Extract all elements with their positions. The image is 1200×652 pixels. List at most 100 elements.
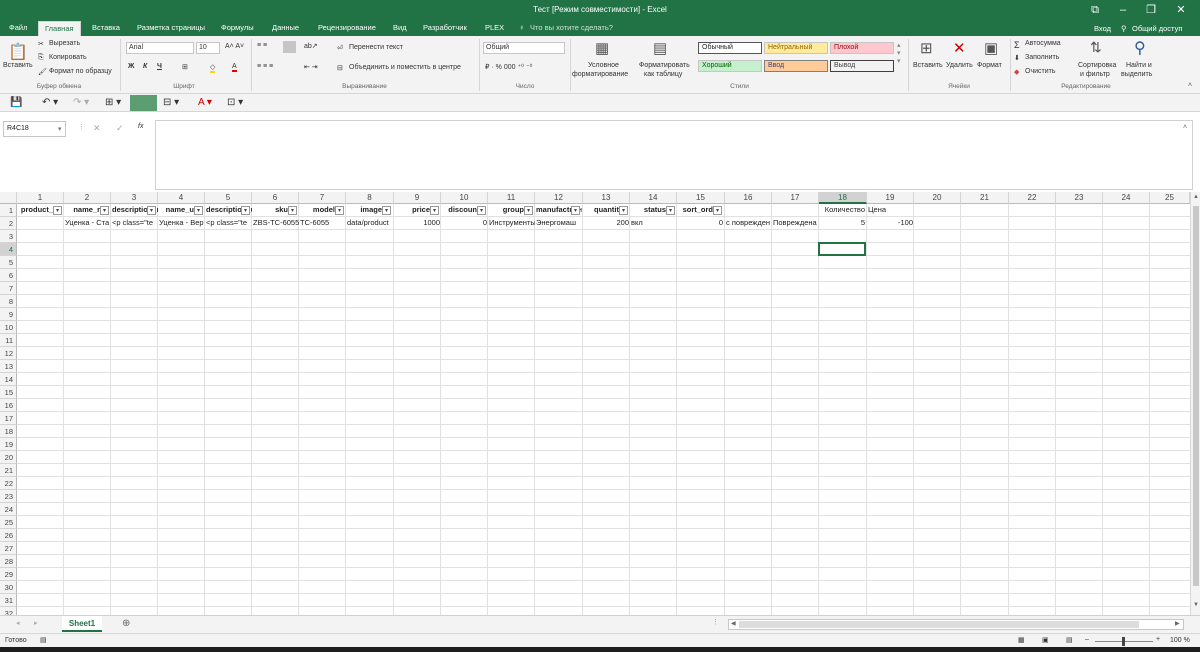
find-select-button[interactable]: Найти и <box>1126 62 1152 69</box>
column-header[interactable]: 21 <box>961 192 1009 204</box>
column-header[interactable]: 23 <box>1056 192 1103 204</box>
column-header[interactable]: 9 <box>394 192 441 204</box>
name-box[interactable]: R4C18 <box>3 121 66 137</box>
column-header[interactable]: 15 <box>677 192 725 204</box>
data-cell[interactable]: вкл <box>630 217 677 229</box>
delete-cells-button[interactable]: Удалить <box>946 62 973 69</box>
tab-formulas[interactable]: Формулы <box>221 23 254 32</box>
column-header[interactable]: 14 <box>630 192 677 204</box>
column-header[interactable]: 11 <box>488 192 535 204</box>
style-neutral[interactable]: Нейтральный <box>764 42 828 54</box>
worksheet-grid[interactable]: 1 2 3 4 5 6 7 8 9 10 11 12 13 14 15 16 17 18 19 20 21 22 23 24 2… <box>0 192 1190 615</box>
column-header[interactable]: 3 <box>111 192 158 204</box>
select-all-corner[interactable] <box>0 192 17 204</box>
underline-button[interactable]: Ч <box>157 63 162 70</box>
scroll-down-icon[interactable]: ▼ <box>1193 602 1199 608</box>
row-header[interactable]: 25 <box>0 516 17 529</box>
horizontal-scroll-thumb[interactable] <box>739 621 1139 628</box>
row-header[interactable]: 24 <box>0 503 17 516</box>
font-color-icon[interactable]: A <box>232 63 237 72</box>
format-painter-button[interactable]: Формат по образцу <box>49 68 112 75</box>
column-header[interactable]: 12 <box>535 192 583 204</box>
data-cell[interactable]: 5 <box>819 217 866 229</box>
row-header[interactable]: 8 <box>0 295 17 308</box>
collapse-ribbon-icon[interactable]: ˄ <box>1188 82 1192 89</box>
next-sheet-icon[interactable]: ▸ <box>34 619 38 627</box>
data-cell[interactable]: 1000 <box>394 217 441 229</box>
zoom-level[interactable]: 100 % <box>1170 637 1190 644</box>
add-sheet-icon[interactable]: ⊕ <box>122 618 130 629</box>
vertical-scroll-thumb[interactable] <box>1193 206 1199 586</box>
minimize-button[interactable]: – <box>1112 2 1134 18</box>
row-header[interactable]: 21 <box>0 464 17 477</box>
style-input[interactable]: Ввод <box>764 60 828 72</box>
align-top-icon[interactable]: ≡ ≡ <box>257 42 267 49</box>
row-header[interactable]: 16 <box>0 399 17 412</box>
data-cell[interactable]: ZBS-TC-6055 <box>252 217 299 229</box>
tab-page-layout[interactable]: Разметка страницы <box>137 23 205 32</box>
style-good[interactable]: Хороший <box>698 60 762 72</box>
row-header[interactable]: 28 <box>0 555 17 568</box>
column-header[interactable]: 18 <box>819 192 867 204</box>
enter-icon[interactable]: ✓ <box>116 123 124 134</box>
format-cells-button[interactable]: Формат <box>977 62 1002 69</box>
name-box-dropdown-icon[interactable]: ▾ <box>58 125 62 133</box>
autosum-button[interactable]: Автосумма <box>1025 40 1061 47</box>
filter-dropdown-icon[interactable]: ▾ <box>194 206 203 215</box>
styles-scroll-icon[interactable]: ▴ ▾ ▾ <box>897 41 901 65</box>
column-header[interactable]: 1 <box>17 192 64 204</box>
prev-sheet-icon[interactable]: ◂ <box>16 619 20 627</box>
align-left-icon[interactable]: ≡ ≡ ≡ <box>257 63 273 70</box>
formula-input[interactable] <box>155 120 1193 190</box>
data-cell[interactable]: Энергомаш <box>535 217 582 229</box>
wrap-text-button[interactable]: Перенести текст <box>349 44 403 51</box>
filter-dropdown-icon[interactable]: ▾ <box>666 206 675 215</box>
normal-view-icon[interactable]: ▦ <box>1018 636 1025 644</box>
zoom-slider-thumb[interactable] <box>1122 637 1125 646</box>
maximize-button[interactable]: ❐ <box>1140 2 1162 18</box>
row-header[interactable]: 11 <box>0 334 17 347</box>
column-header[interactable]: 13 <box>583 192 630 204</box>
column-header[interactable]: 8 <box>346 192 394 204</box>
insert-cells-button[interactable]: Вставить <box>913 62 943 69</box>
column-header[interactable]: 5 <box>205 192 252 204</box>
row-header[interactable]: 3 <box>0 230 17 243</box>
active-cell-cursor[interactable] <box>818 242 866 256</box>
data-cell[interactable]: с поврежден <box>725 217 772 229</box>
column-header[interactable]: 16 <box>725 192 772 204</box>
merge-qat-icon[interactable]: ⊟ ▾ <box>163 97 179 108</box>
row-header[interactable]: 7 <box>0 282 17 295</box>
filter-dropdown-icon[interactable]: ▾ <box>100 206 109 215</box>
row-header[interactable]: 17 <box>0 412 17 425</box>
style-normal[interactable]: Обычный <box>698 42 762 54</box>
orientation-icon[interactable]: ab↗ <box>304 42 318 50</box>
scroll-left-icon[interactable]: ◀ <box>731 620 736 627</box>
style-output[interactable]: Вывод <box>830 60 894 72</box>
filter-dropdown-icon[interactable]: ▾ <box>477 206 486 215</box>
ribbon-display-options-button[interactable]: ⧉ <box>1084 2 1106 18</box>
vertical-scrollbar[interactable]: ▲ ▼ <box>1190 192 1200 615</box>
row-header[interactable]: 15 <box>0 386 17 399</box>
filter-dropdown-icon[interactable]: ▾ <box>288 206 297 215</box>
tab-file[interactable]: Файл <box>9 23 27 32</box>
column-header[interactable]: 10 <box>441 192 488 204</box>
currency-icon[interactable]: ₽ · % 000 ⁺⁰ ⁻⁰ <box>485 63 532 71</box>
insert-function-button[interactable]: fx <box>138 123 143 130</box>
column-header[interactable]: 17 <box>772 192 819 204</box>
tab-review[interactable]: Рецензирование <box>318 23 376 32</box>
zoom-in-icon[interactable]: + <box>1156 636 1160 643</box>
undo-icon[interactable]: ↶ ▾ <box>42 97 58 108</box>
column-header[interactable]: 22 <box>1009 192 1056 204</box>
column-header[interactable]: 4 <box>158 192 205 204</box>
bold-button[interactable]: Ж <box>128 63 134 70</box>
data-cell[interactable]: <p class="te <box>111 217 158 229</box>
column-header[interactable]: 20 <box>914 192 961 204</box>
data-cell[interactable]: data/product <box>346 217 393 229</box>
filter-dropdown-icon[interactable]: ▾ <box>571 206 580 215</box>
row-header[interactable]: 30 <box>0 581 17 594</box>
horizontal-scrollbar[interactable]: ◀ ▶ <box>728 619 1184 630</box>
collapse-formula-icon[interactable]: ˄ <box>1183 124 1187 131</box>
row-header[interactable]: 26 <box>0 529 17 542</box>
data-cell[interactable]: Уценка - Ста <box>64 217 111 229</box>
tell-me-search[interactable]: Что вы хотите сделать? <box>530 23 613 32</box>
